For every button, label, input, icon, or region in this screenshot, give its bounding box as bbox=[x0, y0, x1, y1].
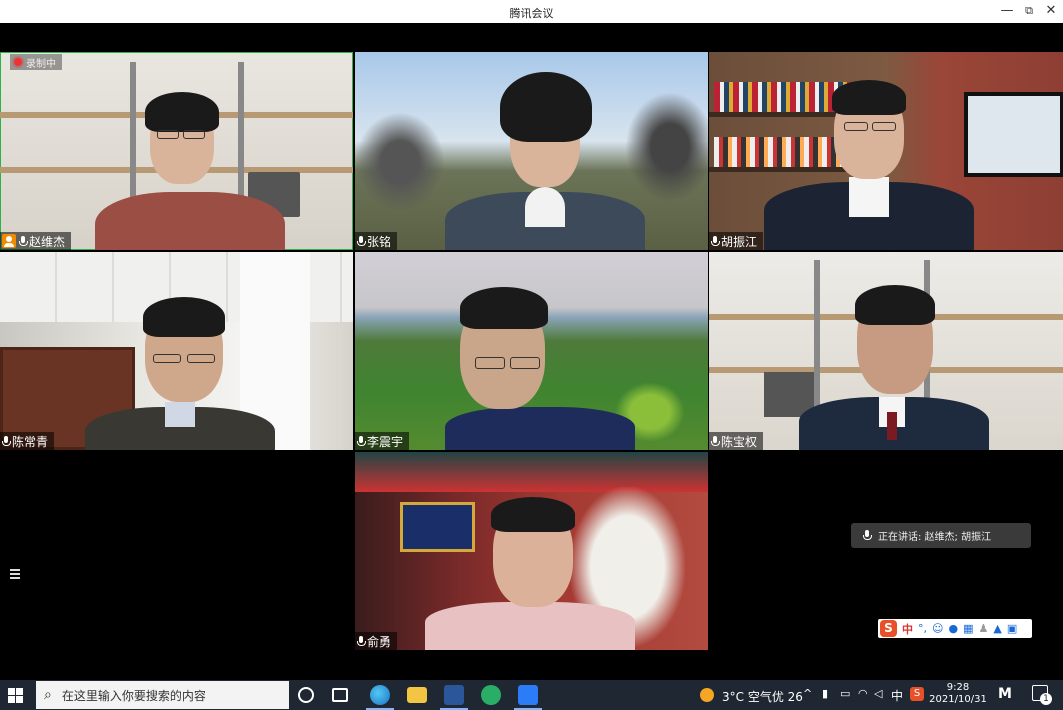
participant-name: 胡振江 bbox=[721, 234, 758, 249]
window-title: 腾讯会议 bbox=[509, 7, 554, 20]
microphone-icon bbox=[711, 435, 720, 447]
search-placeholder: 在这里输入你要搜索的内容 bbox=[61, 688, 206, 703]
tray-overflow-icon[interactable]: ^ bbox=[803, 687, 812, 700]
active-speaker-label: 正在讲话: 赵维杰; 胡振江 bbox=[878, 532, 992, 543]
video-tile-hu[interactable]: 胡振江 bbox=[709, 52, 1063, 250]
close-button[interactable]: ✕ bbox=[1041, 3, 1061, 18]
punctuation-icon[interactable]: °, bbox=[918, 622, 927, 635]
participant-namebar: 李震宇 bbox=[355, 432, 410, 450]
minimize-button[interactable]: — bbox=[997, 3, 1017, 18]
video-tile-chen-bq[interactable]: 陈宝权 bbox=[709, 252, 1063, 450]
volume-icon[interactable]: ◁ bbox=[874, 687, 882, 700]
participant-name: 李震宇 bbox=[367, 434, 404, 449]
app-tray-icon[interactable]: M bbox=[998, 686, 1012, 702]
participant-namebar: 张铭 bbox=[355, 232, 398, 250]
recording-indicator: 录制中 bbox=[10, 54, 62, 70]
cortana-icon[interactable] bbox=[298, 687, 314, 703]
windows-start-icon[interactable] bbox=[8, 688, 23, 703]
video-tile-chen-cq[interactable]: 陈常青 bbox=[0, 252, 353, 450]
ime-mode-toggle[interactable]: 中 bbox=[902, 621, 913, 637]
file-explorer-icon[interactable] bbox=[407, 687, 427, 703]
participant-namebar: 胡振江 bbox=[709, 232, 764, 250]
task-view-icon[interactable] bbox=[332, 688, 348, 702]
edge-browser-icon[interactable] bbox=[370, 685, 390, 705]
participant-namebar: 俞勇 bbox=[355, 632, 398, 650]
clock-date: 2021/10/31 bbox=[929, 694, 987, 705]
search-icon: ⌕ bbox=[44, 687, 52, 703]
keyboard-icon[interactable]: ▦ bbox=[963, 622, 973, 635]
ime-toolbar[interactable]: S 中 °, ☺ ● ▦ ♟ ▲ ▣ bbox=[878, 619, 1032, 638]
microphone-icon bbox=[357, 235, 366, 247]
participant-name: 张铭 bbox=[367, 234, 392, 249]
participant-namebar: 陈常青 bbox=[0, 432, 55, 450]
tray-mic-icon[interactable]: ▮ bbox=[822, 687, 828, 700]
wifi-icon[interactable]: ◠ bbox=[858, 687, 868, 700]
member-list-toggle-icon[interactable] bbox=[6, 569, 20, 581]
sogou-logo-icon: S bbox=[880, 620, 897, 637]
battery-icon[interactable]: ▭ bbox=[840, 687, 850, 700]
clock-time: 9:28 bbox=[946, 682, 970, 693]
host-icon bbox=[2, 234, 16, 248]
restore-button[interactable]: ⧉ bbox=[1019, 4, 1039, 18]
participant-name: 陈宝权 bbox=[721, 434, 758, 449]
windows-taskbar: ⌕ 在这里输入你要搜索的内容 3°C 空气优 26 ^ ▮ ▭ ◠ ◁ 中 S … bbox=[0, 680, 1063, 710]
word-icon[interactable] bbox=[444, 685, 464, 705]
user-icon[interactable]: ♟ bbox=[978, 622, 988, 635]
weather-sun-icon[interactable] bbox=[700, 688, 714, 702]
microphone-icon bbox=[2, 435, 11, 447]
participant-namebar: 赵维杰 bbox=[0, 232, 72, 250]
grid-icon[interactable]: ▣ bbox=[1007, 622, 1017, 635]
record-dot-icon bbox=[14, 58, 22, 66]
active-speaker-indicator: 正在讲话: 赵维杰; 胡振江 bbox=[851, 523, 1031, 548]
video-tile-zhang[interactable]: 张铭 bbox=[355, 52, 708, 250]
ime-indicator[interactable]: 中 bbox=[891, 687, 903, 704]
wechat-icon[interactable] bbox=[481, 685, 501, 705]
microphone-icon bbox=[863, 530, 872, 541]
skin-icon[interactable]: ▲ bbox=[993, 622, 1001, 635]
video-tile-yu[interactable]: 俞勇 bbox=[355, 452, 708, 650]
participant-namebar: 陈宝权 bbox=[709, 432, 764, 450]
title-bar: 腾讯会议 — ⧉ ✕ bbox=[0, 0, 1063, 23]
tencent-meeting-icon[interactable] bbox=[518, 685, 538, 705]
taskbar-search-box[interactable]: ⌕ 在这里输入你要搜索的内容 bbox=[36, 681, 289, 709]
microphone-icon bbox=[357, 435, 366, 447]
microphone-icon bbox=[357, 635, 366, 647]
emoji-icon[interactable]: ☺ bbox=[932, 622, 943, 635]
video-stage: 录制中 赵维杰 张铭 胡振江 陈常青 李震宇 陈宝权 俞勇 正在讲话: 赵维杰;… bbox=[0, 23, 1063, 680]
video-tile-zhao[interactable]: 录制中 赵维杰 bbox=[0, 52, 353, 250]
notification-badge: 1 bbox=[1040, 693, 1052, 705]
microphone-icon bbox=[19, 235, 28, 247]
sogou-tray-icon[interactable]: S bbox=[910, 687, 924, 701]
system-clock[interactable]: 9:28 2021/10/31 bbox=[928, 682, 988, 706]
participant-name: 陈常青 bbox=[12, 434, 49, 449]
weather-text[interactable]: 3°C 空气优 26 bbox=[722, 688, 803, 705]
participant-name: 俞勇 bbox=[367, 634, 392, 649]
voice-icon[interactable]: ● bbox=[948, 622, 958, 635]
participant-name: 赵维杰 bbox=[29, 234, 66, 249]
microphone-icon bbox=[711, 235, 720, 247]
video-tile-li[interactable]: 李震宇 bbox=[355, 252, 708, 450]
recording-label: 录制中 bbox=[26, 58, 56, 70]
